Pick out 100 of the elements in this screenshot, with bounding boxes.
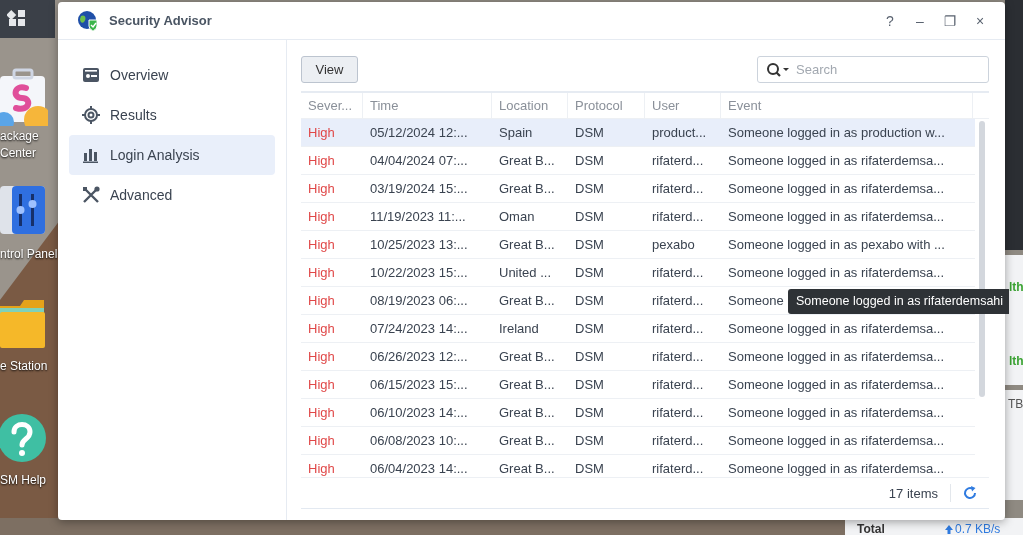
maximize-button[interactable]: ❐: [937, 9, 963, 32]
table-cell: rifaterd...: [652, 321, 704, 336]
desktop-icon-label[interactable]: ntrol Panel: [0, 246, 58, 263]
table-row[interactable]: High 06/08/2023 10:... Great B... DSM rifaterd... Someone logged in as rifaterdemsa...: [301, 427, 975, 455]
sidebar-item[interactable]: Overview: [69, 55, 275, 95]
table-cell: Someone logged in as rifaterdemsa...: [728, 181, 945, 196]
table-row[interactable]: High 06/04/2023 14:... Great B... DSM rifaterd... Someone logged in as rifaterdemsa...: [301, 455, 975, 477]
table-cell: Someone logged in as rifaterdemsa...: [728, 349, 945, 364]
upload-speed: 0.7 KB/s: [955, 522, 1001, 535]
desktop-icon-label[interactable]: e Station: [0, 358, 48, 375]
table-cell: rifaterd...: [652, 377, 704, 392]
table-cell: rifaterd...: [652, 265, 704, 280]
table-cell: United ...: [499, 265, 552, 280]
table-cell: DSM: [575, 125, 604, 140]
table-cell: rifaterd...: [652, 153, 704, 168]
table-cell: DSM: [575, 181, 604, 196]
table-cell: Great B...: [499, 293, 555, 308]
table-cell: Great B...: [499, 181, 555, 196]
table-cell: DSM: [575, 349, 604, 364]
table-cell: 06/15/2023 15:...: [370, 377, 468, 392]
table-row[interactable]: High 05/12/2024 12:... Spain DSM product... Someone logged in as production w...: [301, 119, 975, 147]
refresh-icon[interactable]: [963, 486, 977, 500]
desktop-icon-label[interactable]: SM Help: [0, 472, 46, 489]
table-cell: Spain: [499, 125, 533, 140]
table-row[interactable]: High 03/19/2024 15:... Great B... DSM rifaterd... Someone logged in as rifaterdemsa...: [301, 175, 975, 203]
table-cell: 06/26/2023 12:...: [370, 349, 468, 364]
capacity-label: TB: [1008, 397, 1023, 411]
table-cell: Great B...: [499, 405, 555, 420]
severity-label: High: [308, 153, 335, 168]
table-cell: rifaterd...: [652, 293, 704, 308]
table-cell: Someone logged in as rifaterdemsa...: [728, 153, 945, 168]
minimize-button[interactable]: –: [907, 9, 933, 32]
table-cell: 07/24/2023 14:...: [370, 321, 468, 336]
table-cell: Someone logged in as rifaterdemsa...: [728, 265, 945, 280]
table-row[interactable]: High 06/15/2023 15:... Great B... DSM rifaterd... Someone logged in as rifaterdemsa...: [301, 371, 975, 399]
table-cell: DSM: [575, 377, 604, 392]
table-row[interactable]: High 06/10/2023 14:... Great B... DSM rifaterd... Someone logged in as rifaterdemsa...: [301, 399, 975, 427]
severity-label: High: [308, 405, 335, 420]
view-button[interactable]: View: [301, 55, 358, 83]
table-row[interactable]: High 06/26/2023 12:... Great B... DSM rifaterd... Someone logged in as rifaterdemsa...: [301, 343, 975, 371]
search-field[interactable]: Search: [757, 55, 989, 83]
severity-label: High: [308, 237, 335, 252]
table-cell: Great B...: [499, 433, 555, 448]
table-cell: Great B...: [499, 461, 555, 476]
table-cell: 04/04/2024 07:...: [370, 153, 468, 168]
shield-globe-icon: [77, 9, 99, 32]
table-cell: Great B...: [499, 349, 555, 364]
card-icon: [82, 66, 100, 84]
table-cell: 08/19/2023 06:...: [370, 293, 468, 308]
table-cell: DSM: [575, 265, 604, 280]
severity-label: High: [308, 125, 335, 140]
severity-label: High: [308, 461, 335, 476]
target-icon: [82, 106, 100, 124]
tools-icon: [82, 186, 100, 204]
sidebar-item[interactable]: Advanced: [69, 175, 275, 215]
table-cell: rifaterd...: [652, 405, 704, 420]
severity-label: High: [308, 209, 335, 224]
table-cell: rifaterd...: [652, 181, 704, 196]
table-cell: 06/08/2023 10:...: [370, 433, 468, 448]
sidebar-item[interactable]: Results: [69, 95, 275, 135]
table-cell: DSM: [575, 321, 604, 336]
table-cell: rifaterd...: [652, 209, 704, 224]
up-arrow-icon: [945, 524, 953, 534]
table-cell: 05/12/2024 12:...: [370, 125, 468, 140]
severity-label: High: [308, 377, 335, 392]
table-cell: Ireland: [499, 321, 539, 336]
sidebar-item[interactable]: Login Analysis: [69, 135, 275, 175]
close-button[interactable]: ×: [967, 9, 993, 32]
health-status: lth: [1009, 280, 1023, 294]
table-cell: rifaterd...: [652, 461, 704, 476]
health-status: lth: [1009, 354, 1023, 368]
help-button[interactable]: ?: [877, 9, 903, 32]
table-cell: DSM: [575, 293, 604, 308]
table-cell: pexabo: [652, 237, 695, 252]
table-row[interactable]: High 11/19/2023 11:... Oman DSM rifaterd... Someone logged in as rifaterdemsa...: [301, 203, 975, 231]
table-cell: 10/25/2023 13:...: [370, 237, 468, 252]
table-cell: 11/19/2023 11:...: [370, 209, 466, 224]
table-cell: Someone logged in as production w...: [728, 125, 945, 140]
table-row[interactable]: High 07/24/2023 14:... Ireland DSM rifaterd... Someone logged in as rifaterdemsa...: [301, 315, 975, 343]
table-cell: Someone logged in as pexabo with ...: [728, 237, 945, 252]
table-cell: DSM: [575, 237, 604, 252]
table-cell: 06/04/2023 14:...: [370, 461, 468, 476]
table-row[interactable]: High 10/25/2023 13:... Great B... DSM pexabo Someone logged in as pexabo with ...: [301, 231, 975, 259]
severity-label: High: [308, 321, 335, 336]
grid-icon: [7, 9, 27, 29]
table-cell: Great B...: [499, 377, 555, 392]
table-cell: Great B...: [499, 153, 555, 168]
severity-label: High: [308, 433, 335, 448]
window-title: Security Advisor: [109, 13, 213, 28]
table-cell: Someone logged in as rifaterdemsa...: [728, 209, 945, 224]
table-cell: Someone logged in as rifaterdemsa...: [728, 405, 945, 420]
table-cell: Someone logged in as rifaterdemsa...: [728, 461, 945, 476]
table-cell: DSM: [575, 209, 604, 224]
table-cell: DSM: [575, 461, 604, 476]
total-dropdown[interactable]: Total: [857, 522, 885, 535]
table-cell: Someone logged in as rifaterdemsa...: [728, 321, 945, 336]
table-row[interactable]: High 04/04/2024 07:... Great B... DSM rifaterd... Someone logged in as rifaterdemsa...: [301, 147, 975, 175]
tooltip: Someone logged in as rifaterdemsahi: [788, 289, 1010, 314]
table-row[interactable]: High 10/22/2023 15:... United ... DSM rifaterd... Someone logged in as rifaterdemsa...: [301, 259, 975, 287]
table-cell: Someone: [728, 293, 784, 308]
